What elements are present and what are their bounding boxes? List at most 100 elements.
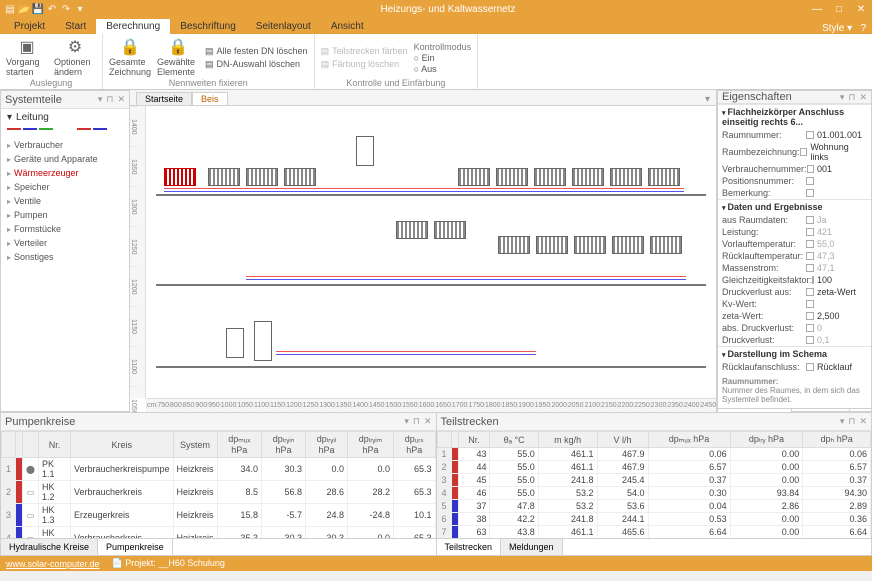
prop-row[interactable]: Rücklaufanschluss:Rücklauf xyxy=(718,361,871,373)
radiator[interactable] xyxy=(574,236,606,254)
tab-projekt[interactable]: Projekt xyxy=(4,19,55,34)
pin-icon[interactable]: ⊓ xyxy=(848,416,855,427)
canvas[interactable]: 14001350130012501200115011001050 xyxy=(130,106,716,412)
radio-aus[interactable]: ○ Aus xyxy=(414,64,472,74)
radiator[interactable] xyxy=(396,221,428,239)
table-row[interactable]: 34555.0241.8245.40.370.000.37 xyxy=(437,474,871,487)
radiator[interactable] xyxy=(498,236,530,254)
bottab-teilstrecken[interactable]: Teilstrecken xyxy=(437,539,502,555)
tree-node[interactable]: Geräte und Apparate xyxy=(1,152,129,166)
table-row[interactable]: 53747.853.253.60.042.862.89 xyxy=(437,500,871,513)
radiator[interactable] xyxy=(612,236,644,254)
prop-row[interactable]: Druckverlust:0,1 xyxy=(718,334,871,346)
radiator[interactable] xyxy=(246,168,278,186)
pin-icon[interactable]: ⊓ xyxy=(106,94,113,105)
tree-node[interactable]: Formstücke xyxy=(1,222,129,236)
radiator[interactable] xyxy=(610,168,642,186)
dropdown-icon[interactable]: ▾ xyxy=(404,416,409,427)
prop-row[interactable]: Raumnummer:01.001.001 xyxy=(718,129,871,141)
tab-seitenlayout[interactable]: Seitenlayout xyxy=(246,19,321,34)
prop-row[interactable]: Verbrauchernummer:001 xyxy=(718,163,871,175)
prop-row[interactable]: Positionsnummer: xyxy=(718,175,871,187)
radiator[interactable] xyxy=(650,236,682,254)
tree-node[interactable]: Ventile xyxy=(1,194,129,208)
gesamte-zeichnung-button[interactable]: 🔒Gesamte Zeichnung xyxy=(109,37,151,78)
prop-row[interactable]: zeta-Wert:2,500 xyxy=(718,310,871,322)
dropdown-icon[interactable]: ▾ xyxy=(98,94,103,105)
maximize-icon[interactable]: □ xyxy=(832,4,846,15)
doctab-menu-icon[interactable]: ▾ xyxy=(699,94,716,105)
prop-section-3[interactable]: Darstellung im Schema xyxy=(718,346,871,361)
pumpenkreise-grid[interactable]: Nr.KreisSystemdpₘᵤₓ hPadpₗᵣᵧᵢₙ hPadpₗᵣᵧᵢ… xyxy=(1,431,436,538)
tab-berechnung[interactable]: Berechnung xyxy=(96,19,170,34)
schematic-drawing[interactable] xyxy=(146,106,716,398)
radiator[interactable] xyxy=(536,236,568,254)
swatch-green[interactable] xyxy=(39,128,53,130)
radiator[interactable] xyxy=(434,221,466,239)
radiator[interactable] xyxy=(496,168,528,186)
prop-row[interactable]: Vorlauftemperatur:55,0 xyxy=(718,238,871,250)
tank[interactable] xyxy=(356,136,374,166)
prop-row[interactable]: Raumbezeichnung:Wohnung links xyxy=(718,141,871,163)
tree-node[interactable]: Speicher xyxy=(1,180,129,194)
tree-node[interactable]: Pumpen xyxy=(1,208,129,222)
close-panel-icon[interactable]: ✕ xyxy=(117,94,125,105)
swatch-red2[interactable] xyxy=(77,128,91,130)
prop-row[interactable]: Rücklauftemperatur:47,3 xyxy=(718,250,871,262)
close-panel-icon[interactable]: ✕ xyxy=(859,416,867,427)
close-panel-icon[interactable]: ✕ xyxy=(424,416,432,427)
table-row[interactable]: 14355.0461.1467.90.060.000.06 xyxy=(437,448,871,461)
radiator[interactable] xyxy=(458,168,490,186)
qat-dropdown-icon[interactable]: ▾ xyxy=(74,3,86,15)
close-panel-icon[interactable]: ✕ xyxy=(859,92,867,103)
prop-row[interactable]: aus Raumdaten:Ja xyxy=(718,214,871,226)
prop-row[interactable]: Druckverlust aus:zeta-Wert xyxy=(718,286,871,298)
menu-icon[interactable]: ▤ xyxy=(4,3,16,15)
vorgang-starten-button[interactable]: ▣Vorgang starten xyxy=(6,37,48,78)
prop-section-1[interactable]: Flachheizkörper Anschluss einseitig rech… xyxy=(718,104,871,129)
table-row[interactable]: 4▭HK 1.5VerbraucherkreisHeizkreis35.330.… xyxy=(2,527,436,539)
prop-row[interactable]: abs. Druckverlust:0 xyxy=(718,322,871,334)
prop-row[interactable]: Gleichzeitigkeitsfaktor:100 xyxy=(718,274,871,286)
radio-ein[interactable]: ○ Ein xyxy=(414,53,472,63)
swatch-red[interactable] xyxy=(7,128,21,130)
bottab-meldungen[interactable]: Meldungen xyxy=(501,539,563,555)
tab-beschriftung[interactable]: Beschriftung xyxy=(170,19,246,34)
undo-icon[interactable]: ↶ xyxy=(46,3,58,15)
prop-row[interactable]: Massenstrom:47,1 xyxy=(718,262,871,274)
open-icon[interactable]: 📂 xyxy=(18,3,30,15)
radiator[interactable] xyxy=(648,168,680,186)
bottab-hydraulische[interactable]: Hydraulische Kreise xyxy=(1,539,98,555)
dropdown-icon[interactable]: ▾ xyxy=(840,92,845,103)
tree-node[interactable]: Verteiler xyxy=(1,236,129,250)
bottab-pumpenkreise[interactable]: Pumpenkreise xyxy=(98,539,173,555)
radiator[interactable] xyxy=(208,168,240,186)
storage-tank[interactable] xyxy=(254,321,272,361)
leitung-header[interactable]: ▾ Leitung xyxy=(1,109,129,126)
doctab-startseite[interactable]: Startseite xyxy=(136,92,192,105)
swatch-blue2[interactable] xyxy=(93,128,107,130)
tree-node[interactable]: Wärmeerzeuger xyxy=(1,166,129,180)
boiler[interactable] xyxy=(226,328,244,358)
prop-row[interactable]: Bemerkung: xyxy=(718,187,871,199)
gewaehlte-elemente-button[interactable]: 🔒Gewählte Elemente xyxy=(157,37,199,78)
swatch-blue[interactable] xyxy=(23,128,37,130)
tree-node[interactable]: Verbraucher xyxy=(1,138,129,152)
prop-row[interactable]: Leistung:421 xyxy=(718,226,871,238)
tab-ansicht[interactable]: Ansicht xyxy=(321,19,374,34)
redo-icon[interactable]: ↷ xyxy=(60,3,72,15)
save-icon[interactable]: 💾 xyxy=(32,3,44,15)
table-row[interactable]: 24455.0461.1467.96.570.006.57 xyxy=(437,461,871,474)
alle-festen-dn-loeschen[interactable]: ▤ Alle festen DN löschen xyxy=(205,46,308,57)
tree-node[interactable]: Sonstiges xyxy=(1,250,129,264)
table-row[interactable]: 1⬤PK 1.1VerbraucherkreispumpeHeizkreis34… xyxy=(2,458,436,481)
optionen-aendern-button[interactable]: ⚙Optionen ändern xyxy=(54,37,96,78)
close-icon[interactable]: ✕ xyxy=(854,4,868,15)
pin-icon[interactable]: ⊓ xyxy=(413,416,420,427)
teilstrecken-grid[interactable]: Nr.θₐ °Cm kg/hV l/hdpₘᵤₓ hPadpₗᵣᵧ hPadpₕ… xyxy=(437,431,872,538)
dn-auswahl-loeschen[interactable]: ▤ DN-Auswahl löschen xyxy=(205,59,308,70)
status-url[interactable]: www.solar-computer.de xyxy=(6,559,100,569)
radiator[interactable] xyxy=(572,168,604,186)
tab-start[interactable]: Start xyxy=(55,19,96,34)
radiator[interactable] xyxy=(534,168,566,186)
